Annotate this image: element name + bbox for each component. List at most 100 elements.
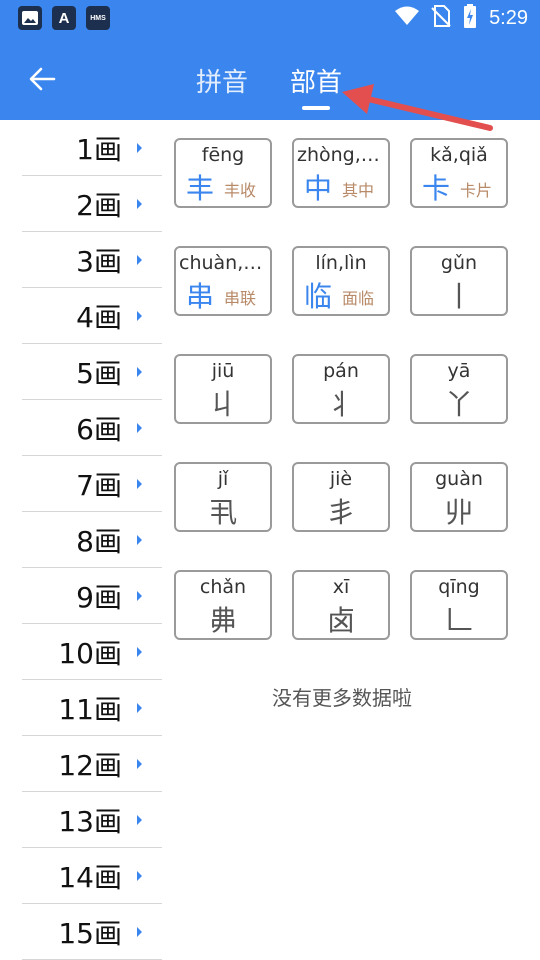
radical-card[interactable]: gǔn 丨: [410, 246, 508, 316]
stroke-item[interactable]: 7画: [22, 456, 162, 512]
stroke-item[interactable]: 8画: [22, 512, 162, 568]
radical-card-body: 卤: [294, 604, 388, 638]
battery-charging-icon: [463, 4, 477, 32]
example-word: 其中: [342, 181, 375, 200]
radical-character: 串: [186, 280, 215, 313]
hms-icon-label: HMS: [90, 14, 106, 22]
stroke-item[interactable]: 3画: [22, 232, 162, 288]
stroke-item-label: 12画: [58, 748, 122, 782]
back-arrow-icon: [29, 67, 56, 91]
radical-pinyin: chǎn: [199, 576, 247, 598]
radical-card-body: 𠃊: [412, 604, 506, 638]
caret-right-icon: [137, 366, 142, 377]
stroke-item-label: 6画: [76, 412, 122, 446]
radical-card-body: 丯: [294, 496, 388, 530]
tab-bar: 拼音 部首: [190, 58, 348, 110]
radical-pinyin: zhòng,zh…: [297, 144, 388, 166]
caret-right-icon: [137, 870, 142, 881]
radical-pinyin: gǔn: [440, 252, 478, 274]
no-sim-icon: [431, 5, 451, 31]
radical-pinyin: jiū: [211, 360, 235, 382]
radical-card-body: 丳: [176, 604, 270, 638]
stroke-item[interactable]: 6画: [22, 400, 162, 456]
example-word: 面临: [342, 289, 375, 308]
caret-right-icon: [137, 702, 142, 713]
caret-right-icon: [137, 310, 142, 321]
stroke-item[interactable]: 9画: [22, 568, 162, 624]
caret-right-icon: [137, 198, 142, 209]
radical-character: 丬: [326, 388, 355, 421]
radical-card[interactable]: fēng 丰丰收: [174, 138, 272, 208]
status-time: 5:29: [489, 6, 528, 29]
radical-card[interactable]: pán 丬: [292, 354, 390, 424]
radical-card[interactable]: jǐ 丮: [174, 462, 272, 532]
radical-card[interactable]: guàn 丱: [410, 462, 508, 532]
radical-card-body: 丩: [176, 388, 270, 422]
stroke-item-label: 15画: [58, 916, 122, 950]
image-icon: [18, 6, 42, 30]
radical-card[interactable]: chǎn 丳: [174, 570, 272, 640]
stroke-item[interactable]: 4画: [22, 288, 162, 344]
radical-card[interactable]: zhòng,zh… 中其中: [292, 138, 390, 208]
radical-pinyin: jiè: [329, 468, 353, 490]
radical-pinyin: yā: [447, 360, 471, 382]
radical-card-body: 丨: [412, 280, 506, 314]
stroke-item-label: 2画: [76, 188, 122, 222]
radical-card[interactable]: kǎ,qiǎ 卡卡片: [410, 138, 508, 208]
stroke-item[interactable]: 11画: [22, 680, 162, 736]
stroke-item[interactable]: 12画: [22, 736, 162, 792]
stroke-item[interactable]: 13画: [22, 792, 162, 848]
stroke-count-list: 1画 2画 3画 4画 5画 6画 7画 8画 9画 10画 11画 12画 13画 14画 15画: [22, 120, 162, 960]
status-bar-apps: A HMS: [18, 6, 110, 30]
radical-card[interactable]: chuàn,g… 串串联: [174, 246, 272, 316]
active-tab-indicator: [302, 106, 331, 110]
stroke-item[interactable]: 5画: [22, 344, 162, 400]
tab-pinyin[interactable]: 拼音: [190, 58, 254, 103]
radical-card[interactable]: xī 卤: [292, 570, 390, 640]
stroke-item-label: 5画: [76, 356, 122, 390]
stroke-item-label: 1画: [76, 132, 122, 166]
radical-character: 丳: [208, 604, 237, 637]
caret-right-icon: [137, 646, 142, 657]
a-icon: A: [52, 6, 76, 30]
stroke-item[interactable]: 2画: [22, 176, 162, 232]
caret-right-icon: [137, 814, 142, 825]
stroke-item[interactable]: 14画: [22, 848, 162, 904]
radical-pinyin: xī: [332, 576, 350, 598]
radical-card[interactable]: lín,lìn 临面临: [292, 246, 390, 316]
radical-character: 丩: [208, 388, 237, 421]
back-button[interactable]: [22, 62, 62, 96]
radical-character: 丫: [444, 388, 473, 421]
radical-character: 丮: [208, 496, 237, 529]
radical-character: 丰: [186, 172, 215, 205]
stroke-item[interactable]: 1画: [22, 120, 162, 176]
stroke-item[interactable]: 15画: [22, 904, 162, 960]
stroke-item-label: 14画: [58, 860, 122, 894]
tab-radical[interactable]: 部首: [284, 58, 348, 110]
radical-character: 丨: [444, 280, 473, 313]
caret-right-icon: [137, 478, 142, 489]
radical-card-body: 中其中: [294, 172, 388, 206]
radical-pinyin: kǎ,qiǎ: [430, 144, 488, 166]
caret-right-icon: [137, 926, 142, 937]
caret-right-icon: [137, 254, 142, 265]
radical-card[interactable]: jiū 丩: [174, 354, 272, 424]
radical-pinyin: qīng: [438, 576, 480, 598]
stroke-item-label: 9画: [76, 580, 122, 614]
example-word: 串联: [224, 289, 257, 308]
radical-card[interactable]: yā 丫: [410, 354, 508, 424]
radical-card[interactable]: qīng 𠃊: [410, 570, 508, 640]
radical-pinyin: fēng: [201, 144, 245, 166]
tab-radical-label: 部首: [290, 68, 343, 98]
radical-card-body: 丱: [412, 496, 506, 530]
stroke-item-label: 8画: [76, 524, 122, 558]
radical-character: 丯: [326, 496, 355, 529]
app-header: A HMS 5:29 拼音 部首: [0, 0, 540, 120]
stroke-item[interactable]: 10画: [22, 624, 162, 680]
caret-right-icon: [137, 590, 142, 601]
stroke-item-label: 10画: [58, 636, 122, 670]
radical-card-body: 卡卡片: [412, 172, 506, 206]
radical-card[interactable]: jiè 丯: [292, 462, 390, 532]
radical-pinyin: pán: [323, 360, 359, 382]
hms-icon: HMS: [86, 6, 110, 30]
